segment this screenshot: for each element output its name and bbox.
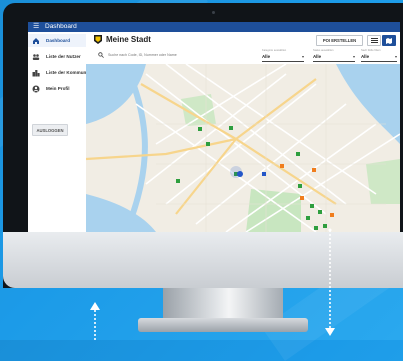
arrow-origin-dot — [328, 228, 332, 232]
arrow-head-up — [90, 302, 100, 310]
annotation-arrows — [90, 228, 335, 340]
arrow-head-down — [325, 328, 335, 336]
